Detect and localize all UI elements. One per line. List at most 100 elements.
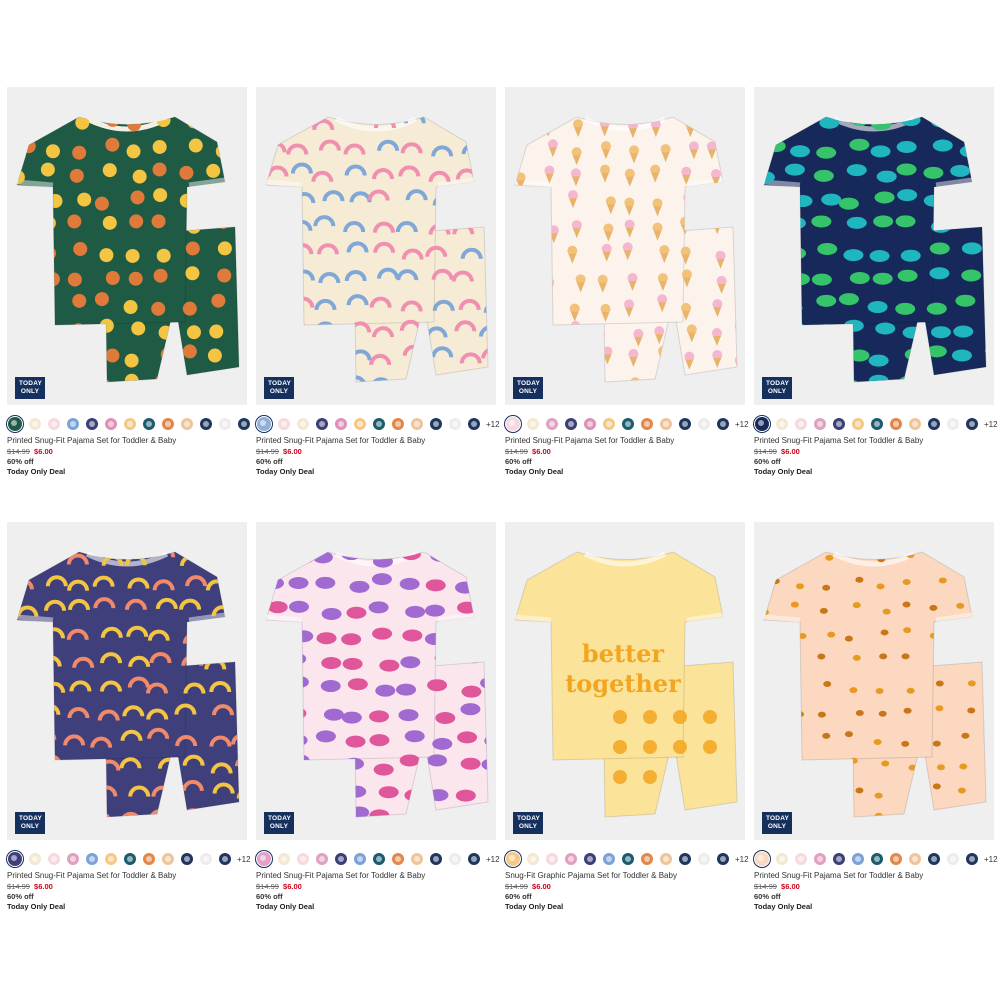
color-swatch[interactable] <box>143 418 155 430</box>
color-swatch[interactable] <box>565 418 577 430</box>
product-title[interactable]: Snug-Fit Graphic Pajama Set for Toddler … <box>505 871 745 880</box>
color-swatch[interactable] <box>257 417 271 431</box>
color-swatch[interactable] <box>641 418 653 430</box>
more-colors-link[interactable]: +12 <box>486 855 500 864</box>
more-colors-link[interactable]: +12 <box>984 855 998 864</box>
color-swatch[interactable] <box>162 853 174 865</box>
color-swatch[interactable] <box>297 418 309 430</box>
color-swatch[interactable] <box>527 853 539 865</box>
color-swatch[interactable] <box>392 853 404 865</box>
color-swatch[interactable] <box>966 418 978 430</box>
more-colors-link[interactable]: +12 <box>237 855 251 864</box>
color-swatch[interactable] <box>219 418 231 430</box>
more-colors-link[interactable]: +12 <box>735 420 749 429</box>
color-swatch[interactable] <box>392 418 404 430</box>
color-swatch[interactable] <box>871 853 883 865</box>
color-swatch[interactable] <box>679 853 691 865</box>
more-colors-link[interactable]: +12 <box>735 855 749 864</box>
product-image[interactable]: TODAY ONLY <box>256 522 496 840</box>
product-title[interactable]: Printed Snug-Fit Pajama Set for Toddler … <box>256 436 496 445</box>
color-swatch[interactable] <box>928 418 940 430</box>
color-swatch[interactable] <box>966 853 978 865</box>
color-swatch[interactable] <box>755 417 769 431</box>
color-swatch[interactable] <box>430 853 442 865</box>
color-swatch[interactable] <box>335 418 347 430</box>
color-swatch[interactable] <box>124 853 136 865</box>
product-image[interactable]: TODAY ONLY <box>256 87 496 405</box>
color-swatch[interactable] <box>506 417 520 431</box>
color-swatch[interactable] <box>200 853 212 865</box>
color-swatch[interactable] <box>468 853 480 865</box>
color-swatch[interactable] <box>67 853 79 865</box>
color-swatch[interactable] <box>29 418 41 430</box>
color-swatch[interactable] <box>8 852 22 866</box>
color-swatch[interactable] <box>546 418 558 430</box>
color-swatch[interactable] <box>928 853 940 865</box>
color-swatch[interactable] <box>105 418 117 430</box>
color-swatch[interactable] <box>890 418 902 430</box>
product-title[interactable]: Printed Snug-Fit Pajama Set for Toddler … <box>754 436 994 445</box>
color-swatch[interactable] <box>698 418 710 430</box>
color-swatch[interactable] <box>947 853 959 865</box>
color-swatch[interactable] <box>238 418 250 430</box>
color-swatch[interactable] <box>335 853 347 865</box>
color-swatch[interactable] <box>316 853 328 865</box>
color-swatch[interactable] <box>48 418 60 430</box>
product-title[interactable]: Printed Snug-Fit Pajama Set for Toddler … <box>505 436 745 445</box>
color-swatch[interactable] <box>8 417 22 431</box>
color-swatch[interactable] <box>795 418 807 430</box>
color-swatch[interactable] <box>181 418 193 430</box>
product-image[interactable]: better together TODAY ONLY <box>505 522 745 840</box>
color-swatch[interactable] <box>373 418 385 430</box>
product-image[interactable]: TODAY ONLY <box>754 522 994 840</box>
color-swatch[interactable] <box>833 418 845 430</box>
color-swatch[interactable] <box>833 853 845 865</box>
color-swatch[interactable] <box>947 418 959 430</box>
color-swatch[interactable] <box>814 853 826 865</box>
color-swatch[interactable] <box>622 853 634 865</box>
color-swatch[interactable] <box>48 853 60 865</box>
product-image[interactable]: TODAY ONLY <box>7 522 247 840</box>
color-swatch[interactable] <box>814 418 826 430</box>
product-title[interactable]: Printed Snug-Fit Pajama Set for Toddler … <box>754 871 994 880</box>
color-swatch[interactable] <box>546 853 558 865</box>
color-swatch[interactable] <box>852 418 864 430</box>
color-swatch[interactable] <box>219 853 231 865</box>
color-swatch[interactable] <box>316 418 328 430</box>
more-colors-link[interactable]: +12 <box>984 420 998 429</box>
color-swatch[interactable] <box>468 418 480 430</box>
color-swatch[interactable] <box>373 853 385 865</box>
color-swatch[interactable] <box>86 418 98 430</box>
color-swatch[interactable] <box>506 852 520 866</box>
color-swatch[interactable] <box>795 853 807 865</box>
color-swatch[interactable] <box>162 418 174 430</box>
color-swatch[interactable] <box>698 853 710 865</box>
color-swatch[interactable] <box>717 418 729 430</box>
product-title[interactable]: Printed Snug-Fit Pajama Set for Toddler … <box>7 436 247 445</box>
color-swatch[interactable] <box>430 418 442 430</box>
color-swatch[interactable] <box>449 853 461 865</box>
product-title[interactable]: Printed Snug-Fit Pajama Set for Toddler … <box>256 871 496 880</box>
color-swatch[interactable] <box>67 418 79 430</box>
color-swatch[interactable] <box>565 853 577 865</box>
color-swatch[interactable] <box>890 853 902 865</box>
color-swatch[interactable] <box>584 418 596 430</box>
color-swatch[interactable] <box>297 853 309 865</box>
color-swatch[interactable] <box>278 418 290 430</box>
product-image[interactable]: TODAY ONLY <box>505 87 745 405</box>
color-swatch[interactable] <box>660 853 672 865</box>
color-swatch[interactable] <box>641 853 653 865</box>
product-title[interactable]: Printed Snug-Fit Pajama Set for Toddler … <box>7 871 247 880</box>
color-swatch[interactable] <box>354 418 366 430</box>
color-swatch[interactable] <box>411 853 423 865</box>
color-swatch[interactable] <box>86 853 98 865</box>
color-swatch[interactable] <box>411 418 423 430</box>
color-swatch[interactable] <box>603 418 615 430</box>
color-swatch[interactable] <box>527 418 539 430</box>
color-swatch[interactable] <box>143 853 155 865</box>
color-swatch[interactable] <box>124 418 136 430</box>
color-swatch[interactable] <box>679 418 691 430</box>
color-swatch[interactable] <box>755 852 769 866</box>
color-swatch[interactable] <box>181 853 193 865</box>
more-colors-link[interactable]: +12 <box>486 420 500 429</box>
